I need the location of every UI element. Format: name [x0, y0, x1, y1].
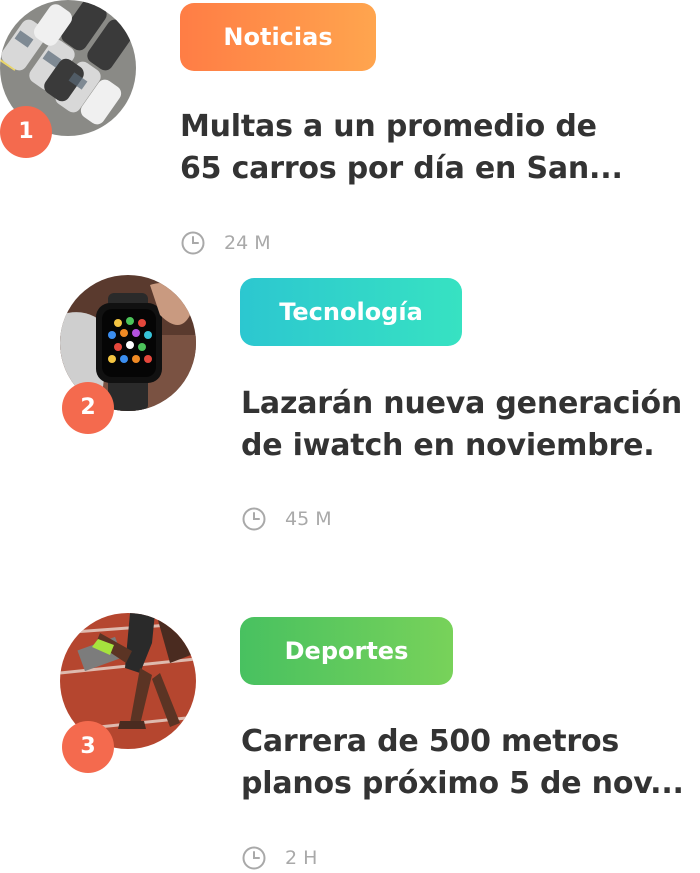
category-tag-noticias[interactable]: Noticias — [180, 3, 376, 71]
news-meta-2: 45 M — [241, 505, 332, 533]
news-meta-3: 2 H — [241, 844, 317, 872]
news-headline-3[interactable]: Carrera de 500 metros planos próximo 5 d… — [241, 721, 691, 805]
news-time: 2 H — [285, 847, 318, 869]
clock-icon — [181, 231, 205, 255]
clock-icon — [242, 846, 266, 870]
rank-badge-2: 2 — [62, 382, 114, 434]
news-feed: 1 Noticias Multas a un promedio de 65 ca… — [0, 0, 700, 873]
headline-line-2: 65 carros por día en San... — [180, 151, 623, 186]
headline-line-2: planos próximo 5 de nov... — [241, 766, 684, 801]
rank-badge-1: 1 — [0, 106, 52, 158]
news-time: 45 M — [285, 508, 332, 530]
news-headline-1[interactable]: Multas a un promedio de 65 carros por dí… — [180, 106, 630, 190]
headline-line-1: Lazarán nueva generación — [241, 386, 683, 421]
clock-icon — [242, 507, 266, 531]
headline-line-2: de iwatch en noviembre. — [241, 428, 655, 463]
category-tag-tecnologia[interactable]: Tecnología — [240, 278, 462, 346]
headline-line-1: Multas a un promedio de — [180, 109, 597, 144]
news-time: 24 M — [224, 232, 271, 254]
news-headline-2[interactable]: Lazarán nueva generación de iwatch en no… — [241, 383, 691, 467]
headline-line-1: Carrera de 500 metros — [241, 724, 620, 759]
news-meta-1: 24 M — [180, 229, 271, 257]
rank-badge-3: 3 — [62, 721, 114, 773]
category-tag-deportes[interactable]: Deportes — [240, 617, 453, 685]
